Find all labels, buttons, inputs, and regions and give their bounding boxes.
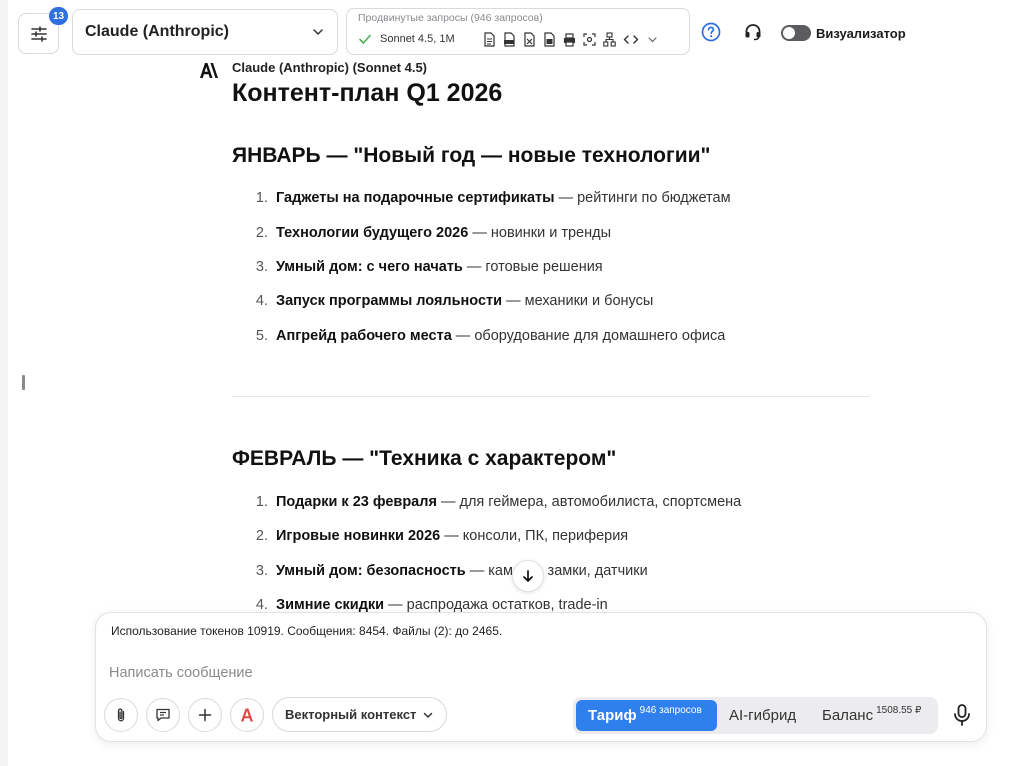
plus-icon [198, 708, 212, 722]
list-item-number: 2. [255, 528, 268, 544]
tariff-tab[interactable]: Тариф 946 запросов [576, 700, 717, 731]
attach-button[interactable] [104, 698, 138, 732]
toggle-knob [783, 27, 795, 39]
advanced-requests-title: Продвинутые запросы (946 запросов) [358, 12, 543, 24]
list-item-number: 5. [255, 328, 268, 344]
microphone-icon[interactable] [951, 703, 973, 727]
list-item: 1. Подарки к 23 февраля — для геймера, ав… [232, 494, 741, 510]
paperclip-icon [117, 708, 125, 722]
list-item-topic: Зимние скидки [276, 597, 385, 613]
billing-mode-switch: Тариф 946 запросов AI-гибрид Баланс 1508.5… [573, 697, 938, 734]
chevron-down-icon [313, 29, 323, 35]
prompts-button[interactable] [146, 698, 180, 732]
list-item-number: 3. [255, 259, 268, 275]
list-item-number: 1. [255, 494, 268, 510]
list-item-topic: Гаджеты на подарочные сертификаты [276, 190, 555, 206]
list-item-topic: Подарки к 23 февраля [276, 494, 437, 510]
notification-badge: 13 [49, 7, 69, 25]
visualizer-toggle[interactable] [781, 25, 811, 41]
add-button[interactable] [188, 698, 222, 732]
message-input[interactable] [109, 661, 809, 685]
list-item-number: 4. [255, 293, 268, 309]
balance-tab[interactable]: Баланс 1508.55 ₽ [810, 700, 933, 731]
list-item-description: — готовые решения [462, 259, 603, 275]
list-item-description: — оборудование для домашнего офиса [451, 328, 726, 344]
list-item-number: 3. [255, 563, 268, 579]
anthropic-mode-button[interactable] [230, 698, 264, 732]
sidebar-resize-handle[interactable] [22, 375, 25, 390]
vector-context-select[interactable]: Векторный контекст [272, 697, 447, 732]
left-edge-strip [0, 0, 8, 766]
document-icon[interactable] [483, 31, 496, 47]
help-icon[interactable] [701, 22, 721, 42]
advanced-requests-panel[interactable]: Продвинутые запросы (946 запросов) Sonne… [346, 8, 690, 55]
list-item-number: 4. [255, 597, 268, 613]
message-author: Claude (Anthropic) (Sonnet 4.5) [232, 60, 427, 75]
chat-bubble-icon [156, 708, 170, 722]
chevron-down-icon [423, 712, 433, 718]
diagram-icon[interactable] [602, 31, 616, 47]
support-headset-icon[interactable] [743, 22, 763, 42]
excel-icon[interactable] [523, 31, 536, 47]
list-item: 3. Умный дом: безопасность — камеры, замк… [232, 563, 648, 579]
list-item-number: 1. [255, 190, 268, 206]
model-version: Sonnet 4.5, 1M [380, 33, 455, 45]
code-icon[interactable] [623, 32, 639, 47]
section-divider [232, 396, 870, 397]
balance-amount: 1508.55 ₽ [876, 705, 922, 716]
tariff-label: Тариф [588, 707, 637, 724]
list-item-topic: Запуск программы лояльности [276, 293, 503, 309]
vector-context-label: Векторный контекст [285, 707, 417, 722]
list-item: 1. Гаджеты на подарочные сертификаты — ре… [232, 190, 731, 206]
visualizer-label: Визуализатор [816, 26, 906, 41]
list-item-topic: Технологии будущего 2026 [276, 225, 469, 241]
chevron-down-icon[interactable] [646, 32, 659, 47]
section-title-january: ЯНВАРЬ — "Новый год — новые технологии" [232, 144, 711, 167]
page-title: Контент-план Q1 2026 [232, 79, 503, 107]
section-title-february: ФЕВРАЛЬ — "Техника с характером" [232, 447, 617, 470]
list-item: 2. Технологии будущего 2026 — новинки и т… [232, 225, 611, 241]
anthropic-logo-icon [200, 63, 218, 78]
screenshot-icon[interactable] [583, 32, 596, 47]
list-item-topic: Умный дом: безопасность [276, 563, 466, 579]
list-item-description: — камеры, замки, датчики [465, 563, 648, 579]
list-item-topic: Апгрейд рабочего места [276, 328, 452, 344]
list-item-description: — механики и бонусы [502, 293, 654, 309]
check-icon [359, 34, 371, 44]
doc-export-icon[interactable] [543, 31, 556, 47]
list-item: 2. Игровые новинки 2026 — консоли, ПК, пе… [232, 528, 628, 544]
arrow-down-icon [523, 570, 533, 582]
sliders-icon [30, 25, 47, 42]
list-item: 3. Умный дом: с чего начать — готовые реш… [232, 259, 603, 275]
token-usage-info: Использование токенов 10919. Сообщения: … [111, 624, 503, 638]
model-select-label: Claude (Anthropic) [85, 23, 229, 40]
list-item-topic: Умный дом: с чего начать [276, 259, 463, 275]
list-item-description: — рейтинги по бюджетам [554, 190, 731, 206]
message-composer: Использование токенов 10919. Сообщения: … [95, 612, 987, 742]
list-item: 5. Апгрейд рабочего места — оборудование … [232, 328, 725, 344]
list-item: 4. Зимние скидки — распродажа остатков, t… [232, 597, 608, 613]
list-item-description: — новинки и тренды [468, 225, 612, 241]
ai-hybrid-label: AI-гибрид [729, 707, 797, 724]
list-item: 4. Запуск программы лояльности — механики… [232, 293, 653, 309]
balance-label: Баланс [822, 707, 874, 724]
print-icon[interactable] [563, 32, 576, 47]
model-select[interactable]: Claude (Anthropic) [72, 9, 338, 55]
pdf-icon[interactable] [503, 31, 516, 47]
list-item-description: — консоли, ПК, периферия [440, 528, 629, 544]
list-item-description: — для геймера, автомобилиста, спортсмена [436, 494, 742, 510]
list-item-topic: Игровые новинки 2026 [276, 528, 441, 544]
ai-hybrid-tab[interactable]: AI-гибрид [717, 700, 808, 731]
tariff-requests-count: 946 запросов [639, 705, 702, 716]
scroll-down-button[interactable] [512, 560, 544, 592]
list-item-description: — распродажа остатков, trade-in [384, 597, 608, 613]
list-item-number: 2. [255, 225, 268, 241]
anthropic-a-icon [241, 708, 253, 722]
